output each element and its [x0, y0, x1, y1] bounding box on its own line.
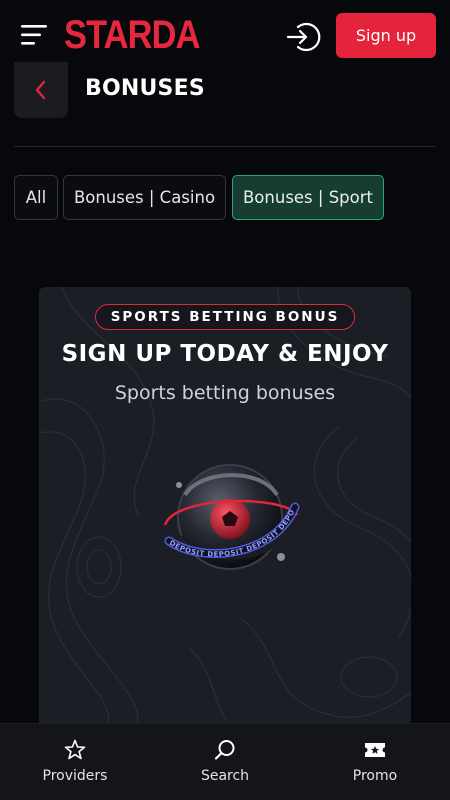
- page-title: BONUSES: [85, 76, 205, 101]
- promo-title: SIGN UP TODAY & ENJOY: [61, 341, 389, 367]
- tab-bonuses-sport[interactable]: Bonuses | Sport: [232, 175, 384, 220]
- search-icon: [214, 740, 235, 760]
- sports-betting-badge: SPORTS BETTING BONUS: [95, 304, 355, 330]
- nav-providers-label: Providers: [42, 768, 108, 784]
- ticket-icon: [365, 743, 385, 757]
- back-button[interactable]: [14, 62, 68, 118]
- chevron-left-icon: [35, 80, 46, 100]
- football-deposit-ring-art: DEPOSIT DEPOSIT DEPOSIT DEPOSIT: [155, 455, 300, 570]
- tab-all[interactable]: All: [14, 175, 58, 220]
- star-icon: [64, 739, 86, 760]
- promo-card[interactable]: SPORTS BETTING BONUS SIGN UP TODAY & ENJ…: [39, 287, 411, 727]
- sign-up-button[interactable]: Sign up: [336, 13, 436, 58]
- hamburger-menu-icon[interactable]: [20, 20, 50, 50]
- starda-logo[interactable]: STARDA: [64, 12, 200, 58]
- bottom-navigation: Providers Search Promo: [0, 723, 450, 800]
- nav-search-label: Search: [200, 768, 250, 784]
- nav-search[interactable]: Search: [150, 724, 300, 800]
- top-header: STARDA Sign up: [0, 0, 450, 70]
- tab-bonuses-casino[interactable]: Bonuses | Casino: [63, 175, 226, 220]
- nav-promo-label: Promo: [352, 768, 398, 784]
- login-icon[interactable]: [284, 18, 322, 56]
- nav-promo[interactable]: Promo: [300, 724, 450, 800]
- divider: [14, 146, 436, 147]
- nav-providers[interactable]: Providers: [0, 724, 150, 800]
- promo-subtitle: Sports betting bonuses: [114, 382, 336, 404]
